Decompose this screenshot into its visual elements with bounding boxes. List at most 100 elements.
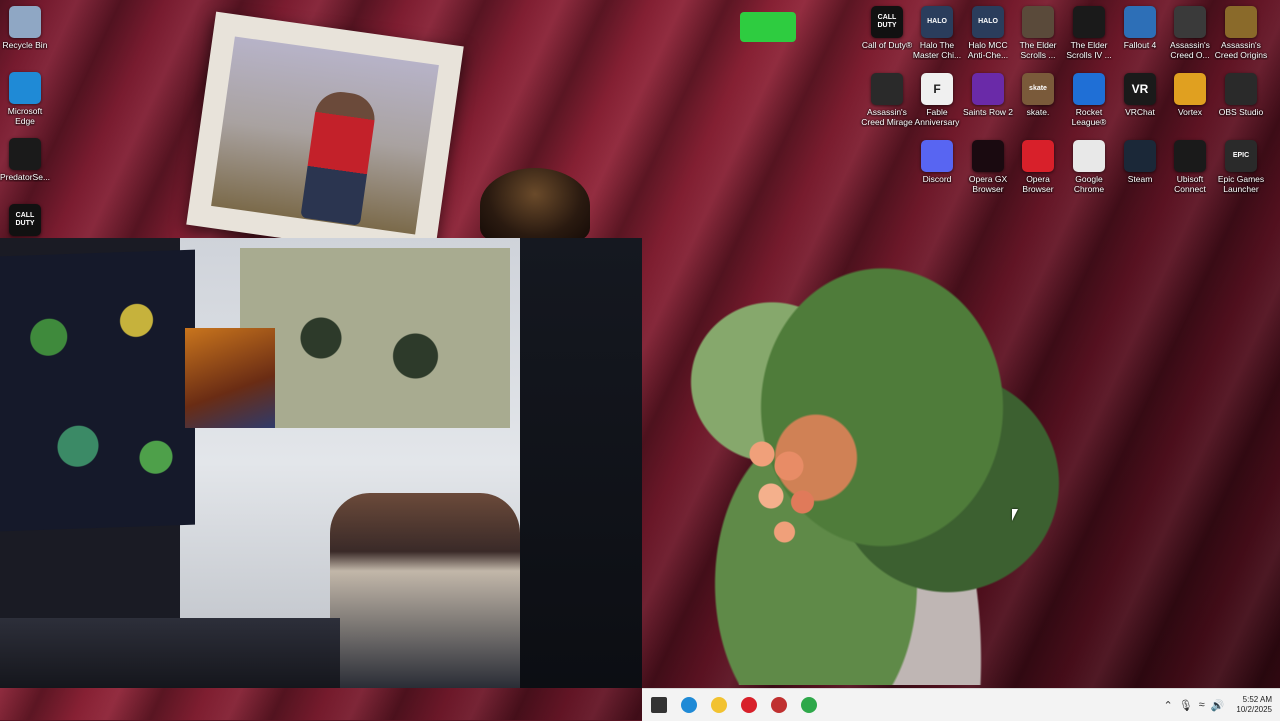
desktop-shortcut[interactable]: Rocket League® — [1064, 73, 1114, 127]
shortcut-label: Assassin's Creed Mirage — [861, 107, 913, 127]
desktop-shortcut[interactable]: HALO Halo The Master Chi... — [912, 6, 962, 60]
shortcut-label: Assassin's Creed Origins — [1214, 40, 1268, 60]
opera-gx-icon — [972, 140, 1004, 172]
vortex-icon — [1174, 73, 1206, 105]
desktop-shortcut[interactable]: VR VRChat — [1115, 73, 1165, 117]
mouse-cursor — [1012, 509, 1018, 521]
webcam-tapestry — [240, 248, 510, 428]
desktop-shortcut[interactable]: Ubisoft Connect — [1165, 140, 1215, 194]
desktop-shortcut[interactable]: OBS Studio — [1216, 73, 1266, 117]
predator-sense-icon — [9, 138, 41, 170]
wallpaper-photo-frame — [186, 11, 464, 260]
opera-icon — [1022, 140, 1054, 172]
taskbar-button[interactable] — [706, 692, 732, 718]
desktop-shortcut[interactable]: Recycle Bin — [0, 6, 50, 50]
app-icon — [771, 697, 787, 713]
start-icon — [651, 697, 667, 713]
desktop-shortcut[interactable]: Vortex — [1165, 73, 1215, 117]
desktop-shortcut[interactable]: Discord — [912, 140, 962, 184]
ubisoft-icon — [1174, 140, 1206, 172]
elder-scrolls-icon — [1022, 6, 1054, 38]
shortcut-label: Discord — [922, 174, 952, 184]
desktop-shortcut[interactable]: Assassin's Creed Mirage — [861, 73, 913, 127]
shortcut-label: Assassin's Creed O... — [1170, 40, 1210, 60]
webcam-overlay — [0, 238, 642, 688]
shortcut-label: PredatorSe... — [0, 172, 51, 182]
shortcut-label: Opera Browser — [1022, 174, 1054, 194]
steam-icon — [1124, 140, 1156, 172]
taskbar-clock[interactable]: 5:52 AM 10/2/2025 — [1236, 695, 1272, 715]
recycle-bin-icon — [9, 6, 41, 38]
taskbar-button[interactable] — [796, 692, 822, 718]
desktop-shortcut[interactable]: HALO Halo MCC Anti-Che... — [963, 6, 1013, 60]
desktop-shortcut[interactable]: CALL DUTY Call of Duty® — [862, 6, 912, 50]
desktop-shortcut[interactable]: The Elder Scrolls ... — [1013, 6, 1063, 60]
desktop-shortcut[interactable]: Opera Browser — [1013, 140, 1063, 194]
desktop-shortcut[interactable]: Google Chrome — [1064, 140, 1114, 194]
shortcut-label: Ubisoft Connect — [1174, 174, 1206, 194]
microphone-icon[interactable]: 🎙 — [1179, 699, 1193, 712]
edge-icon — [681, 697, 697, 713]
shortcut-label: The Elder Scrolls ... — [1019, 40, 1057, 60]
fallout-icon — [1124, 6, 1156, 38]
desktop-shortcut[interactable]: Assassin's Creed Origins — [1214, 6, 1268, 60]
desktop-shortcut[interactable]: Opera GX Browser — [963, 140, 1013, 194]
call-of-duty-icon: CALL DUTY — [9, 204, 41, 236]
clock-time: 5:52 AM — [1242, 695, 1272, 704]
desktop-shortcut[interactable]: skate skate. — [1013, 73, 1063, 117]
desktop-shortcut[interactable]: PredatorSe... — [0, 138, 50, 182]
taskbar-button[interactable] — [676, 692, 702, 718]
shortcut-label: Halo MCC Anti-Che... — [967, 40, 1009, 60]
assassins-creed-mirage-icon — [871, 73, 903, 105]
desktop-shortcut[interactable]: The Elder Scrolls IV ... — [1064, 6, 1114, 60]
nvidia-icon — [801, 697, 817, 713]
shortcut-label: Google Chrome — [1073, 174, 1105, 194]
chrome-icon — [1073, 140, 1105, 172]
rocket-league-icon — [1073, 73, 1105, 105]
speaker-icon[interactable]: 🔊 — [1211, 699, 1225, 712]
taskbar-button[interactable] — [736, 692, 762, 718]
desktop-shortcut[interactable]: Assassin's Creed O... — [1165, 6, 1215, 60]
halo-icon: HALO — [921, 6, 953, 38]
shortcut-label: Saints Row 2 — [962, 107, 1014, 117]
wallpaper-flowers — [735, 430, 825, 550]
taskbar-button[interactable] — [646, 692, 672, 718]
system-tray: ⌃ 🎙 ≈ 🔊 5:52 AM 10/2/2025 — [1163, 689, 1272, 721]
shortcut-label: Opera GX Browser — [968, 174, 1008, 194]
vrchat-icon: VR — [1124, 73, 1156, 105]
saints-row-icon — [972, 73, 1004, 105]
webcam-gaming-chair — [330, 493, 520, 688]
assassins-creed-origins-icon — [1225, 6, 1257, 38]
desktop-shortcut[interactable]: Steam — [1115, 140, 1165, 184]
desktop-shortcut[interactable]: Saints Row 2 — [963, 73, 1013, 117]
desktop-shortcut[interactable]: Microsoft Edge — [0, 72, 50, 126]
shortcut-label: Vortex — [1177, 107, 1203, 117]
opera-icon — [741, 697, 757, 713]
webcam-poster — [185, 328, 275, 428]
assassins-creed-icon — [1174, 6, 1206, 38]
shortcut-label: OBS Studio — [1218, 107, 1264, 117]
desktop-shortcut[interactable]: Fallout 4 — [1115, 6, 1165, 50]
shortcut-label: Fable Anniversary — [914, 107, 960, 127]
skate-icon: skate — [1022, 73, 1054, 105]
taskbar-apps — [642, 692, 822, 718]
taskbar-button[interactable] — [766, 692, 792, 718]
wallpaper-vase — [480, 168, 590, 243]
chevron-up-icon[interactable]: ⌃ — [1163, 699, 1172, 712]
epic-games-icon: EPIC — [1225, 140, 1257, 172]
shortcut-label: Halo The Master Chi... — [912, 40, 962, 60]
shortcut-label: Epic Games Launcher — [1217, 174, 1265, 194]
fable-icon: F — [921, 73, 953, 105]
wallpaper-plant — [640, 180, 1080, 685]
desktop-shortcut[interactable]: EPIC Epic Games Launcher — [1216, 140, 1266, 194]
edge-icon — [9, 72, 41, 104]
desktop-shortcut[interactable]: F Fable Anniversary — [912, 73, 962, 127]
wifi-icon[interactable]: ≈ — [1199, 699, 1205, 711]
shortcut-label: Fallout 4 — [1123, 40, 1157, 50]
shortcut-label: Microsoft Edge — [7, 106, 43, 126]
desktop-shortcut[interactable]: CALL DUTY — [0, 204, 50, 238]
wallpaper-green-logo — [740, 12, 796, 42]
taskbar: ⌃ 🎙 ≈ 🔊 5:52 AM 10/2/2025 — [642, 688, 1280, 721]
webcam-tapestry — [0, 249, 195, 532]
clock-date: 10/2/2025 — [1236, 705, 1272, 714]
